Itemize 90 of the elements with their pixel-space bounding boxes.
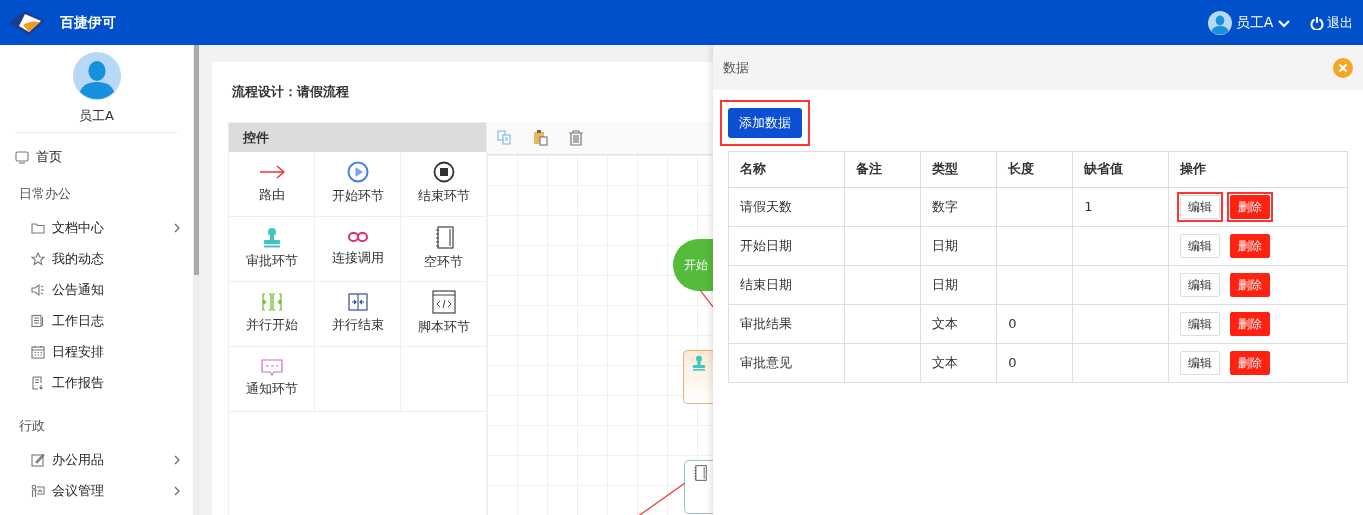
delete-button[interactable]: 删除: [1229, 233, 1270, 258]
table-cell: 1: [1084, 198, 1093, 214]
presenter-icon: [31, 484, 45, 498]
menu-group-label: 行政: [19, 416, 45, 435]
table-cell: 开始日期: [740, 237, 792, 253]
chevron-right-icon: [173, 455, 181, 465]
speaker-icon: [31, 283, 45, 297]
star-icon: [31, 252, 45, 266]
table-cell: 审批意见: [740, 354, 792, 370]
chevron-right-icon: [173, 486, 181, 496]
approval-node[interactable]: [683, 349, 713, 404]
column-header: 名称: [728, 151, 845, 187]
logout-link[interactable]: 退出: [1310, 12, 1354, 33]
palette-header: 控件: [229, 122, 486, 152]
add-data-button[interactable]: 添加数据: [728, 108, 802, 138]
column-header: 类型: [920, 151, 997, 187]
table-cell: 审批结果: [740, 315, 792, 331]
palette-item[interactable]: 通知环节: [229, 346, 315, 412]
delete-button[interactable]: 删除: [1229, 350, 1270, 375]
stop-icon: [432, 161, 455, 184]
palette-item[interactable]: 审批环节: [229, 216, 315, 282]
power-icon: [1310, 15, 1324, 30]
notebook-icon: [693, 464, 707, 481]
palette-item[interactable]: 连接调用: [315, 216, 401, 282]
notebook-icon: [31, 314, 45, 328]
menu-item[interactable]: 我的动态: [0, 243, 193, 275]
table-cell: 文本: [932, 315, 959, 331]
delete-button[interactable]: 删除: [1229, 272, 1270, 297]
stamp-icon: [692, 354, 706, 371]
app-title: 百捷伊可: [59, 13, 116, 32]
monitor-icon: [15, 150, 29, 164]
chat-bubble-icon: [260, 358, 283, 376]
table-cell: 结束日期: [740, 276, 792, 292]
column-header: 操作: [1168, 151, 1348, 187]
edit-button[interactable]: 编辑: [1180, 272, 1221, 297]
avatar-icon: [72, 51, 121, 100]
column-header: 缺省值: [1072, 151, 1169, 187]
empty-node[interactable]: [684, 459, 713, 514]
connector-line: [637, 482, 685, 515]
report-icon: [31, 376, 45, 390]
close-icon[interactable]: [1333, 57, 1353, 78]
calendar-icon: [31, 345, 45, 359]
chevron-right-icon: [173, 223, 181, 233]
table-cell: 日期: [932, 237, 959, 253]
palette-item[interactable]: 脚本环节: [401, 281, 487, 347]
menu-item[interactable]: 文档中心: [0, 212, 193, 244]
split-icon: [261, 292, 282, 313]
table-cell: 0: [1008, 315, 1017, 331]
edit-button[interactable]: 编辑: [1180, 233, 1221, 258]
menu-item[interactable]: 公告通知: [0, 274, 193, 306]
delete-button[interactable]: 删除: [1229, 311, 1270, 336]
panel-title: 数据: [723, 58, 749, 77]
code-icon: [431, 290, 456, 315]
avatar-icon: [1208, 10, 1233, 35]
scrollbar[interactable]: [194, 45, 199, 275]
table-cell: 请假天数: [740, 198, 792, 214]
edit-icon: [31, 453, 45, 467]
column-header: 备注: [844, 151, 921, 187]
table-cell: 0: [1008, 354, 1017, 370]
palette-item[interactable]: 并行结束: [315, 281, 401, 347]
menu-item[interactable]: 工作日志: [0, 305, 193, 337]
user-name: 员工A: [79, 107, 114, 125]
stamp-icon: [262, 226, 281, 248]
table-cell: 文本: [932, 354, 959, 370]
column-header: 长度: [996, 151, 1073, 187]
user-menu[interactable]: 员工A: [1208, 10, 1291, 35]
menu-item[interactable]: 工作报告: [0, 367, 193, 399]
page-title: 流程设计：请假流程: [232, 83, 350, 101]
folder-icon: [31, 221, 45, 235]
delete-button[interactable]: 删除: [1229, 194, 1270, 219]
merge-icon: [347, 292, 368, 313]
edit-button[interactable]: 编辑: [1180, 311, 1221, 336]
palette-item[interactable]: 开始环节: [315, 151, 401, 217]
edit-button[interactable]: 编辑: [1180, 194, 1221, 219]
menu-item[interactable]: 会议管理: [0, 475, 193, 507]
edit-button[interactable]: 编辑: [1180, 350, 1221, 375]
menu-item[interactable]: 办公用品: [0, 444, 193, 476]
notebook-icon: [433, 225, 454, 249]
menu-item[interactable]: 日程安排: [0, 336, 193, 368]
menu-group-label: 日常办公: [19, 184, 71, 203]
connector-line: [699, 289, 713, 308]
copy-icon[interactable]: [497, 129, 513, 146]
menu-item[interactable]: 首页: [0, 139, 193, 175]
table-cell: 日期: [932, 276, 959, 292]
palette-item[interactable]: 并行开始: [229, 281, 315, 347]
clipboard-icon[interactable]: [532, 129, 549, 146]
palette-item[interactable]: 路由: [229, 151, 315, 217]
table-cell: 数字: [932, 198, 959, 214]
play-icon: [346, 161, 369, 184]
trash-icon[interactable]: [568, 129, 584, 146]
